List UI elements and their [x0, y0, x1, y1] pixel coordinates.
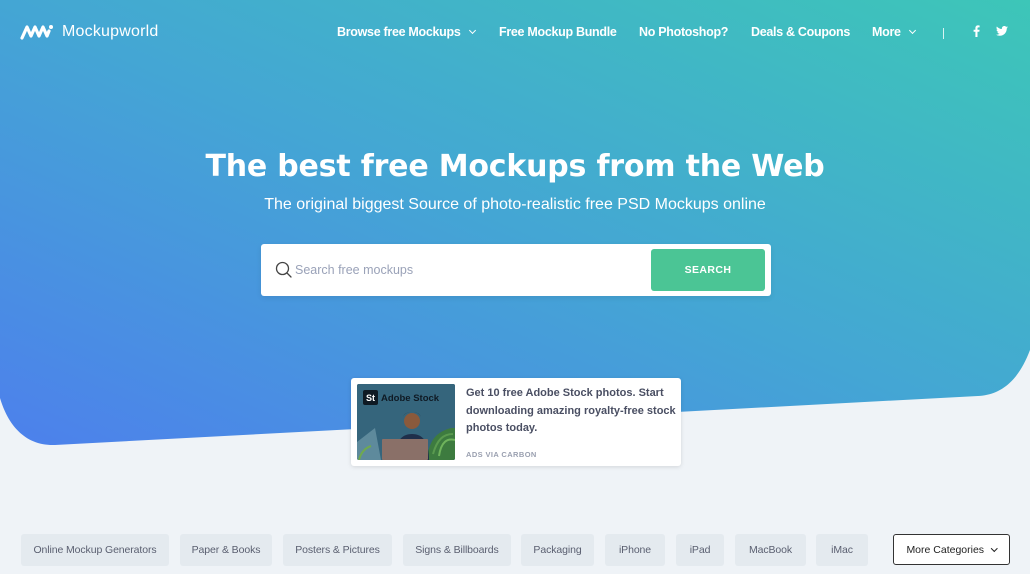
- nav-free-mockup-bundle[interactable]: Free Mockup Bundle: [499, 25, 617, 39]
- category-chip[interactable]: Signs & Billboards: [403, 534, 511, 566]
- ad-photo-illustration: St Adobe Stock: [357, 384, 455, 460]
- nav-no-photoshop[interactable]: No Photoshop?: [639, 25, 728, 39]
- nav-divider: [943, 28, 944, 39]
- more-categories-label: More Categories: [906, 543, 985, 556]
- category-chip[interactable]: MacBook: [735, 534, 806, 566]
- twitter-icon: [996, 26, 1008, 36]
- ad-description: Get 10 free Adobe Stock photos. Start do…: [466, 387, 676, 434]
- carbon-ad[interactable]: St Adobe Stock Get 10 free Adobe Stock p…: [351, 378, 681, 466]
- adobe-stock-brand: Adobe Stock: [381, 393, 440, 404]
- nav-label: No Photoshop?: [639, 25, 729, 39]
- nav-label: More: [872, 25, 901, 39]
- nav-label: Deals & Coupons: [751, 25, 850, 39]
- category-chip[interactable]: iPad: [676, 534, 724, 566]
- ads-via-carbon-link[interactable]: ADS VIA CARBON: [466, 450, 537, 459]
- adobe-stock-badge: St: [366, 393, 375, 403]
- mockupworld-logo-icon: [20, 25, 53, 40]
- hero-title: The best free Mockups from the Web: [205, 149, 825, 184]
- search-form: SEARCH: [261, 244, 771, 296]
- chevron-down-icon: [468, 26, 476, 35]
- nav-browse-free-mockups[interactable]: Browse free Mockups: [337, 25, 476, 39]
- chevron-down-icon: [991, 544, 998, 552]
- category-chip[interactable]: Paper & Books: [180, 534, 272, 566]
- nav-label: Browse free Mockups: [337, 25, 461, 39]
- hero-subtitle: The original biggest Source of photo-rea…: [264, 196, 766, 213]
- ad-image: St Adobe Stock: [357, 384, 455, 460]
- category-chip[interactable]: iPhone: [605, 534, 665, 566]
- category-chip[interactable]: Online Mockup Generators: [21, 534, 169, 566]
- nav-label: Free Mockup Bundle: [499, 25, 617, 39]
- facebook-icon: [973, 25, 980, 37]
- site-logo[interactable]: Mockupworld: [20, 22, 158, 42]
- search-input[interactable]: [295, 258, 645, 282]
- top-navigation: Mockupworld Browse free Mockups Free Moc…: [0, 0, 1030, 66]
- nav-more[interactable]: More: [872, 25, 916, 39]
- nav-deals-coupons[interactable]: Deals & Coupons: [751, 25, 850, 39]
- category-chip[interactable]: Packaging: [521, 534, 594, 566]
- chevron-down-icon: [908, 26, 916, 35]
- twitter-link[interactable]: [996, 25, 1008, 39]
- brand-name: Mockupworld: [62, 23, 159, 40]
- facebook-link[interactable]: [973, 25, 980, 40]
- category-chip[interactable]: iMac: [816, 534, 868, 566]
- more-categories-button[interactable]: More Categories: [893, 534, 1010, 565]
- search-icon: [275, 261, 292, 278]
- search-button[interactable]: SEARCH: [651, 249, 765, 291]
- category-chip[interactable]: Posters & Pictures: [283, 534, 392, 566]
